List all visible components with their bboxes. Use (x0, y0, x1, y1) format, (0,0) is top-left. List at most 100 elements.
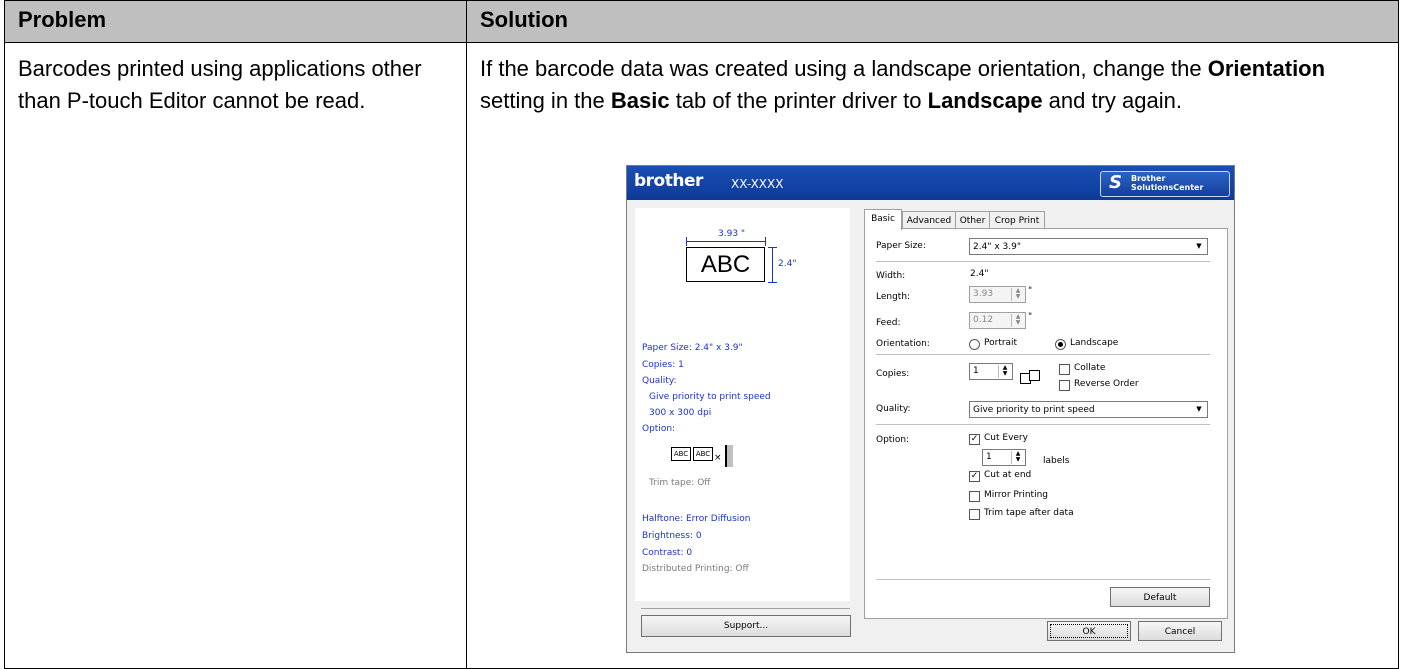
table-left-border (4, 0, 5, 669)
problem-cell-text: Barcodes printed using applications othe… (18, 56, 422, 113)
summary-brightness: Brightness: 0 (642, 531, 702, 541)
solution-bold-basic: Basic (610, 88, 670, 113)
chevron-down-icon: ▼ (1196, 405, 1202, 413)
quality-select[interactable]: Give priority to print speed ▼ (969, 401, 1208, 418)
quality-value: Give priority to print speed (973, 405, 1095, 415)
cut-every-spinner[interactable]: 1 ▲ ▼ (982, 449, 1026, 466)
mirror-printing-checkbox[interactable] (969, 491, 980, 502)
cancel-button[interactable]: Cancel (1138, 621, 1222, 641)
quality-label: Quality: (876, 404, 911, 414)
support-button[interactable]: Support... (641, 615, 851, 637)
chevron-down-icon: ▼ (1196, 242, 1202, 250)
table-column-divider (466, 0, 467, 669)
header-solution-label: Solution (480, 7, 568, 32)
feed-spinner[interactable]: 0.12 ▲ ▼ (969, 312, 1026, 329)
feed-value: 0.12 (973, 315, 994, 325)
summary-distributed-printing: Distributed Printing: Off (642, 564, 749, 574)
preview-width-tick-left (686, 237, 687, 246)
solution-bold-landscape: Landscape (927, 88, 1043, 113)
summary-paper-size: Paper Size: 2.4" x 3.9" (642, 343, 743, 353)
cut-at-end-label: Cut at end (984, 470, 1032, 480)
length-spinner[interactable]: 3.93 ▲ ▼ (969, 286, 1026, 303)
feed-unit: " (1028, 312, 1033, 322)
preview-height-dimension (772, 247, 773, 282)
reverse-order-label: Reverse Order (1074, 379, 1139, 389)
width-label: Width: (876, 271, 906, 281)
solution-text-2: setting in the (480, 88, 611, 113)
option-label: Option: (876, 435, 910, 445)
table-right-border (1398, 0, 1399, 669)
option-cut-illustration: ABC ABC × (671, 445, 751, 469)
solution-cell-text: If the barcode data was created using a … (480, 53, 1380, 117)
landscape-label: Landscape (1070, 338, 1119, 348)
portrait-radio[interactable] (969, 339, 980, 350)
landscape-radio[interactable] (1055, 339, 1066, 350)
collate-pages-icon (1020, 370, 1044, 384)
trim-tape-after-label: Trim tape after data (984, 508, 1074, 518)
mini-label-2: ABC (693, 447, 713, 461)
summary-trim-tape: Trim tape: Off (649, 478, 711, 488)
spin-arrows-icon: ▲ ▼ (1011, 314, 1024, 327)
header-solution: Solution (466, 0, 1399, 43)
cut-at-end-checkbox[interactable]: ✓ (969, 471, 980, 482)
preview-width-label: 3.93 " (718, 229, 746, 239)
separator-3 (876, 424, 1210, 425)
portrait-label: Portrait (984, 338, 1018, 348)
header-problem-label: Problem (18, 7, 107, 32)
tab-basic[interactable]: Basic (864, 209, 902, 230)
cut-every-checkbox[interactable]: ✓ (969, 434, 980, 445)
cut-mark-icon: × (714, 453, 722, 463)
feed-label: Feed: (876, 318, 901, 328)
spin-arrows-icon: ▲ ▼ (1011, 288, 1024, 301)
default-button[interactable]: Default (1110, 587, 1210, 607)
summary-contrast: Contrast: 0 (642, 548, 693, 558)
preview-separator (641, 608, 850, 609)
collate-page-2-icon (1029, 370, 1040, 381)
model-name: XX-XXXX (731, 177, 784, 191)
cut-every-value: 1 (986, 452, 992, 462)
solution-text-3: tab of the printer driver to (669, 88, 928, 113)
solutions-center-label-1: Brother (1131, 174, 1166, 183)
summary-quality-value-1: Give priority to print speed (649, 392, 771, 402)
solutions-center-icon: S (1109, 172, 1122, 193)
trim-tape-after-checkbox[interactable] (969, 509, 980, 520)
collate-checkbox[interactable] (1059, 364, 1070, 375)
printer-driver-dialog: brother XX-XXXX S Brother SolutionsCente… (626, 165, 1235, 653)
paper-size-label: Paper Size: (876, 241, 926, 251)
preview-height-tick-bottom (768, 282, 777, 283)
preview-width-tick-right (765, 237, 766, 246)
summary-option: Option: (642, 424, 676, 434)
orientation-label: Orientation: (876, 339, 930, 349)
paper-size-select[interactable]: 2.4" x 3.9" ▼ (969, 238, 1208, 255)
preview-height-tick-top (768, 247, 777, 248)
header-problem: Problem (4, 0, 466, 43)
preview-height-label: 2.4" (778, 259, 797, 269)
separator-2 (876, 354, 1210, 355)
summary-quality: Quality: (642, 376, 677, 386)
solution-text-1: If the barcode data was created using a … (480, 56, 1208, 81)
solutions-center-button[interactable]: S Brother SolutionsCenter (1100, 171, 1230, 197)
copies-spinner[interactable]: 1 ▲ ▼ (969, 363, 1013, 380)
reverse-order-checkbox[interactable] (1059, 380, 1070, 391)
mirror-printing-label: Mirror Printing (984, 490, 1048, 500)
length-label: Length: (876, 292, 911, 302)
cut-every-label: Cut Every (984, 433, 1028, 443)
spin-arrows-icon: ▲ ▼ (998, 365, 1011, 378)
paper-size-value: 2.4" x 3.9" (973, 242, 1021, 252)
tape-end-icon (725, 445, 733, 467)
mini-label-1: ABC (671, 447, 691, 461)
separator-4 (876, 579, 1210, 580)
table-top-border (4, 0, 1399, 1)
summary-quality-value-2: 300 x 300 dpi (649, 408, 712, 418)
separator-1 (876, 261, 1210, 262)
length-unit: " (1028, 286, 1033, 296)
width-value: 2.4" (970, 269, 989, 279)
solution-bold-orientation: Orientation (1207, 56, 1326, 81)
solution-text-4: and try again. (1042, 88, 1182, 113)
ok-button[interactable]: OK (1047, 621, 1131, 641)
copies-value: 1 (973, 366, 979, 376)
length-value: 3.93 (973, 289, 994, 299)
copies-label: Copies: (876, 369, 910, 379)
spin-arrows-icon: ▲ ▼ (1011, 451, 1024, 464)
brother-logo: brother (634, 171, 703, 191)
